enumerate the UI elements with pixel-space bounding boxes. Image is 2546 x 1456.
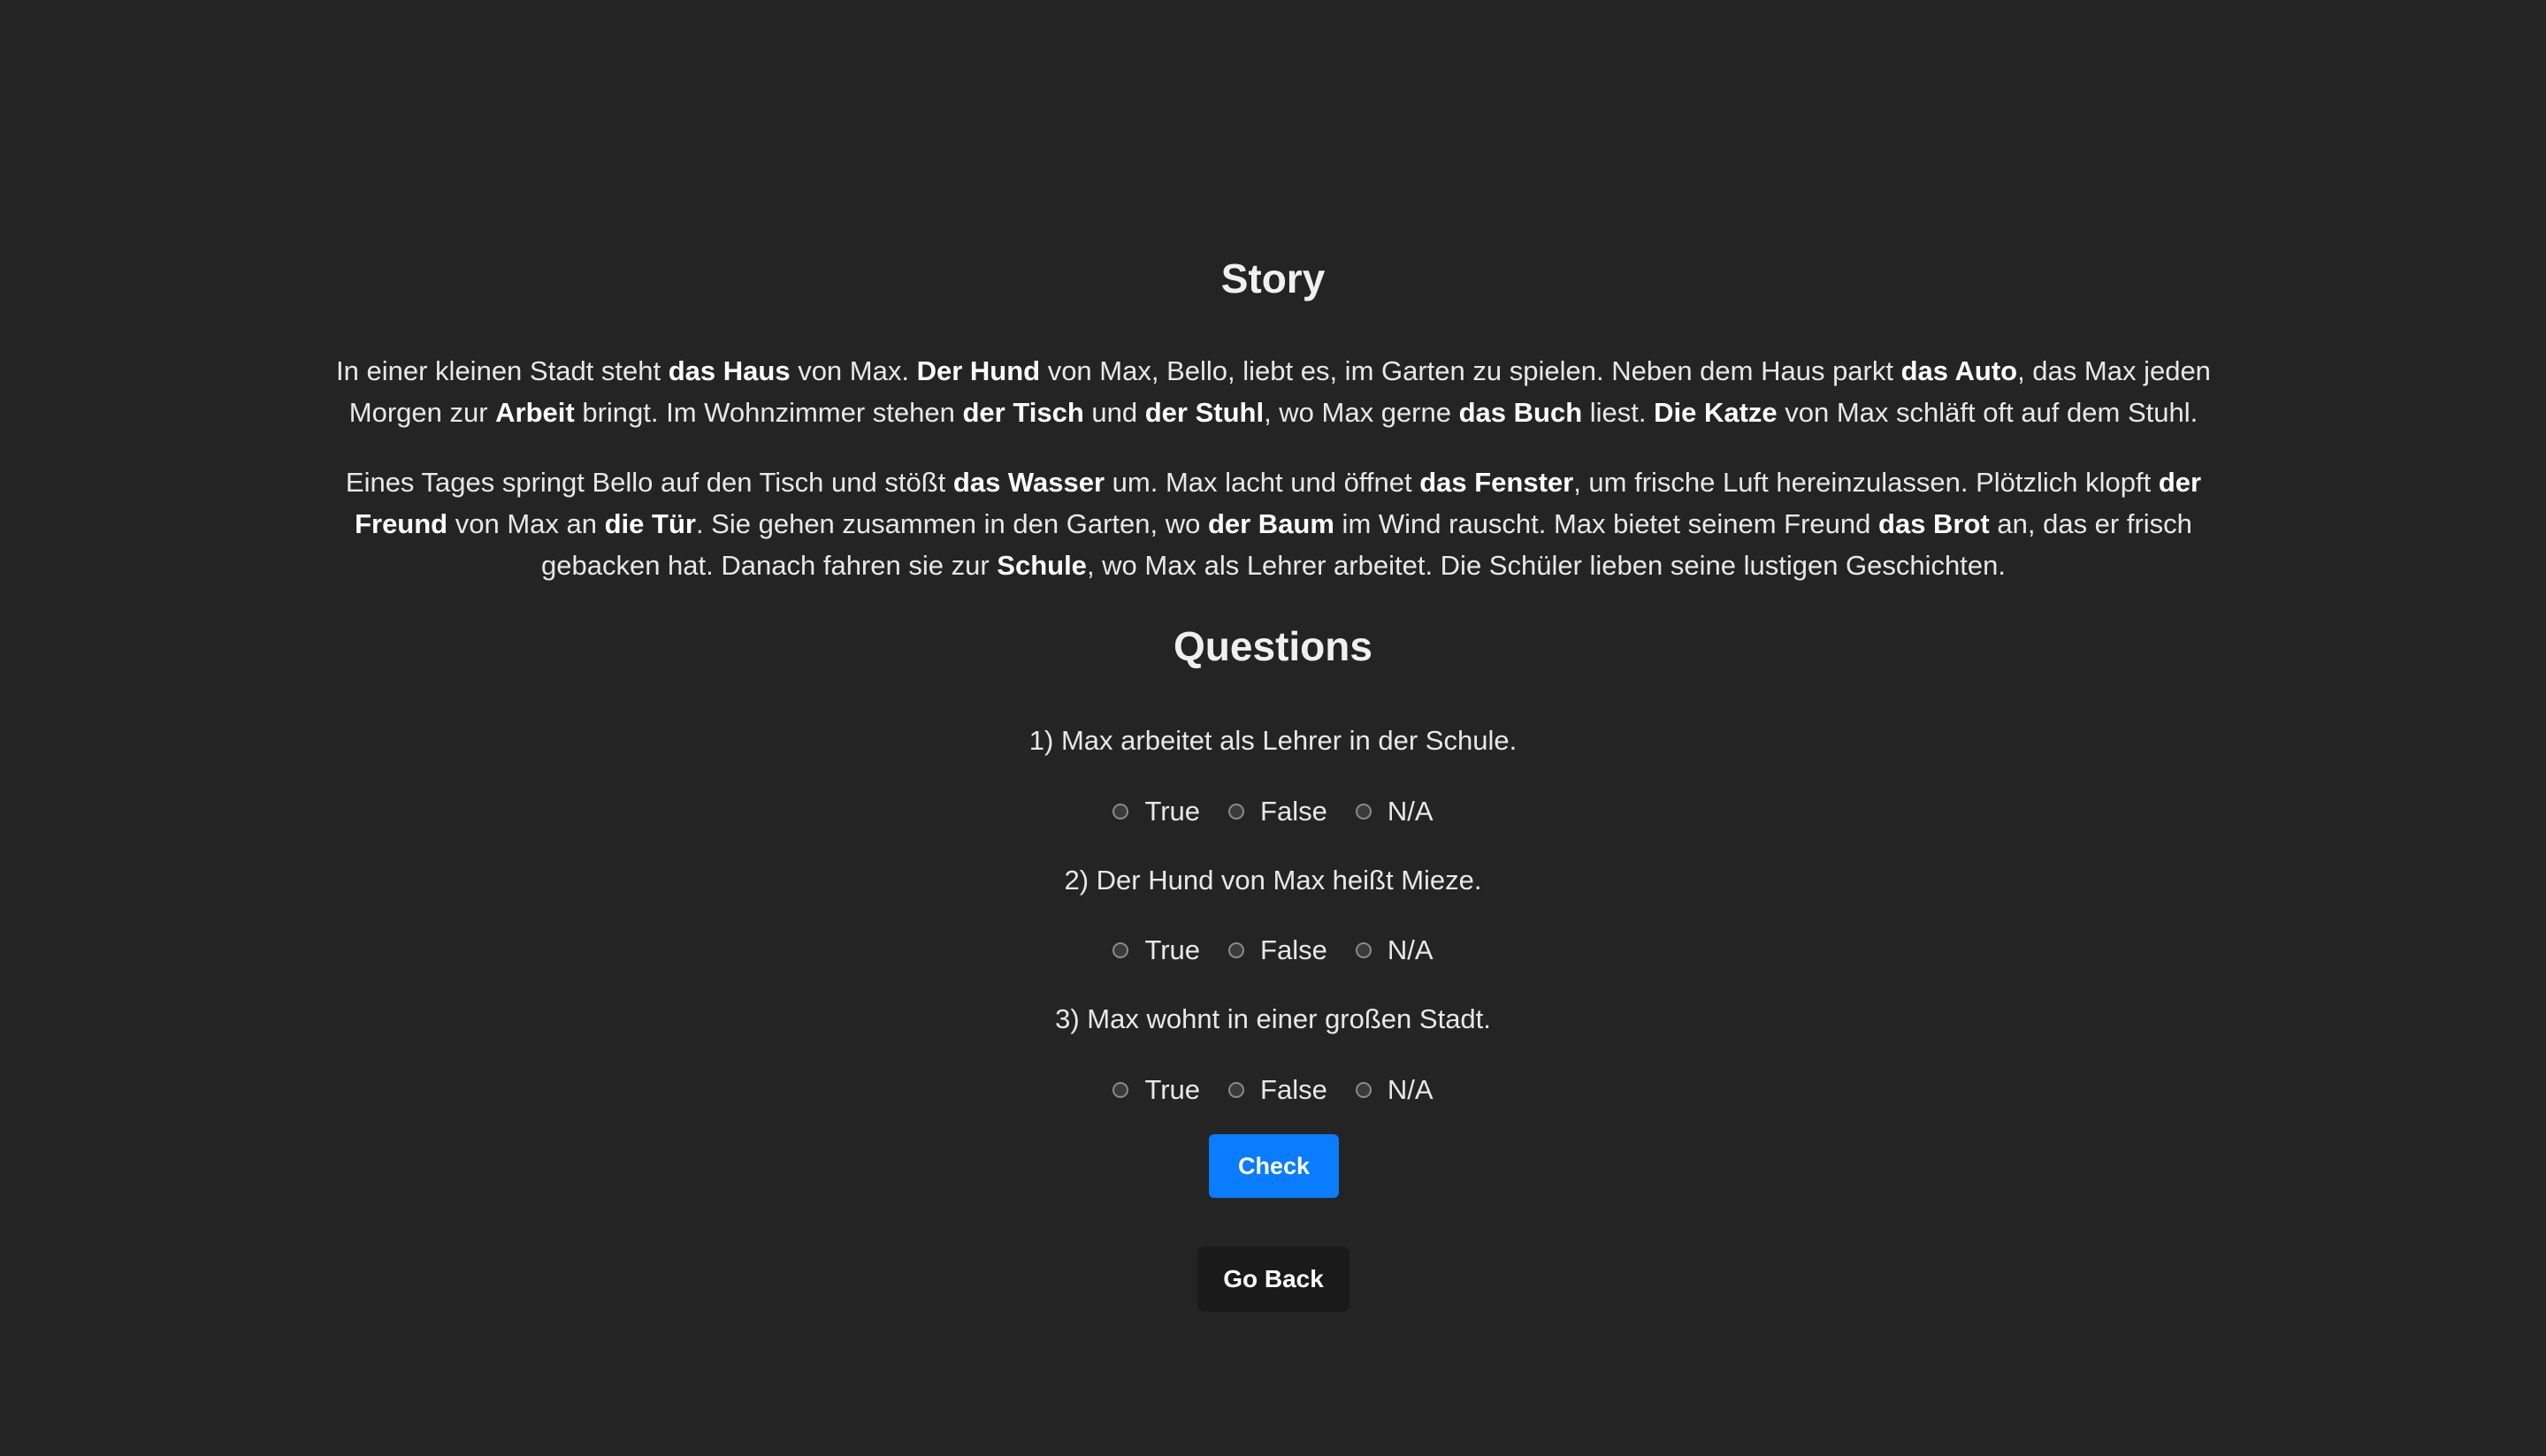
story-text-segment: , wo Max gerne <box>1264 397 1459 428</box>
story-text-segment: von Max schläft oft auf dem Stuhl. <box>1777 397 2198 428</box>
q1-option-true[interactable]: True <box>1112 794 1200 829</box>
option-label: N/A <box>1387 1074 1434 1105</box>
story-text-segment: , wo Max als Lehrer arbeitet. Die Schüle… <box>1086 550 2006 581</box>
option-label: N/A <box>1387 796 1434 827</box>
go-back-button[interactable]: Go Back <box>1197 1246 1349 1312</box>
q2-option-true[interactable]: True <box>1112 933 1200 968</box>
story-text-segment: In einer kleinen Stadt steht <box>336 355 669 386</box>
question-3-text: 3) Max wohnt in einer großen Stadt. <box>1055 1003 1491 1034</box>
story-text-segment: . Sie gehen zusammen in den Garten, wo <box>695 508 1208 539</box>
quiz-page: Story In einer kleinen Stadt steht das H… <box>0 0 2546 1456</box>
vocab-word: das Wasser <box>952 467 1105 498</box>
vocab-word: Der Hund <box>916 355 1041 386</box>
questions-title: Questions <box>1174 623 1372 669</box>
vocab-word: die Tür <box>604 508 696 539</box>
option-label: True <box>1144 796 1201 827</box>
story-text-segment: von Max. <box>790 355 917 386</box>
radio-button[interactable] <box>1355 1082 1372 1098</box>
vocab-word: Die Katze <box>1654 397 1778 428</box>
question-1-text: 1) Max arbeitet als Lehrer in der Schule… <box>1028 725 1518 756</box>
vocab-word: das Brot <box>1878 508 1990 539</box>
story-text-segment: und <box>1083 397 1145 428</box>
vocab-word: das Auto <box>1900 355 2018 386</box>
story-text-segment: liest. <box>1582 397 1655 428</box>
story-paragraph-1: In einer kleinen Stadt steht das Haus vo… <box>324 350 2223 433</box>
check-button[interactable]: Check <box>1209 1134 1339 1198</box>
story-paragraph-2: Eines Tages springt Bello auf den Tisch … <box>324 461 2223 586</box>
vocab-word: das Buch <box>1458 397 1583 428</box>
story-text-segment: im Wind rauscht. Max bietet seinem Freun… <box>1334 508 1879 539</box>
vocab-word: der Baum <box>1207 508 1334 539</box>
question-2-options: True False N/A <box>0 933 2546 968</box>
vocab-word: Schule <box>997 550 1087 581</box>
vocab-word: der Stuhl <box>1144 397 1265 428</box>
option-label: True <box>1144 934 1201 965</box>
radio-button[interactable] <box>1112 942 1129 958</box>
story-title: Story <box>1220 255 1326 301</box>
q3-option-na[interactable]: N/A <box>1355 1072 1434 1108</box>
question-1-options: True False N/A <box>0 794 2546 829</box>
story-text-segment: bringt. Im Wohnzimmer stehen <box>574 397 963 428</box>
vocab-word: Arbeit <box>495 397 575 428</box>
option-label: N/A <box>1387 934 1434 965</box>
story-text-segment: von Max, Bello, liebt es, im Garten zu s… <box>1040 355 1901 386</box>
vocab-word: das Fenster <box>1419 467 1574 498</box>
question-2-text: 2) Der Hund von Max heißt Mieze. <box>1064 865 1482 896</box>
radio-button[interactable] <box>1228 804 1245 819</box>
q3-option-false[interactable]: False <box>1228 1072 1327 1108</box>
q2-option-false[interactable]: False <box>1228 933 1327 968</box>
radio-button[interactable] <box>1355 804 1372 819</box>
vocab-word: das Haus <box>668 355 791 386</box>
question-3-options: True False N/A <box>0 1072 2546 1108</box>
story-text: In einer kleinen Stadt steht das Haus vo… <box>324 350 2223 614</box>
radio-button[interactable] <box>1228 942 1245 958</box>
option-label: True <box>1144 1074 1201 1105</box>
radio-button[interactable] <box>1112 1082 1129 1098</box>
option-label: False <box>1260 796 1327 827</box>
q2-option-na[interactable]: N/A <box>1355 933 1434 968</box>
q1-option-false[interactable]: False <box>1228 794 1327 829</box>
vocab-word: der Tisch <box>962 397 1084 428</box>
story-text-segment: von Max an <box>447 508 605 539</box>
radio-button[interactable] <box>1228 1082 1245 1098</box>
radio-button[interactable] <box>1355 942 1372 958</box>
story-text-segment: um. Max lacht und öffnet <box>1105 467 1420 498</box>
q3-option-true[interactable]: True <box>1112 1072 1200 1108</box>
option-label: False <box>1260 1074 1327 1105</box>
story-text-segment: , um frische Luft hereinzulassen. Plötzl… <box>1573 467 2159 498</box>
story-text-segment: Eines Tages springt Bello auf den Tisch … <box>345 467 953 498</box>
radio-button[interactable] <box>1112 804 1129 819</box>
q1-option-na[interactable]: N/A <box>1355 794 1434 829</box>
option-label: False <box>1260 934 1327 965</box>
